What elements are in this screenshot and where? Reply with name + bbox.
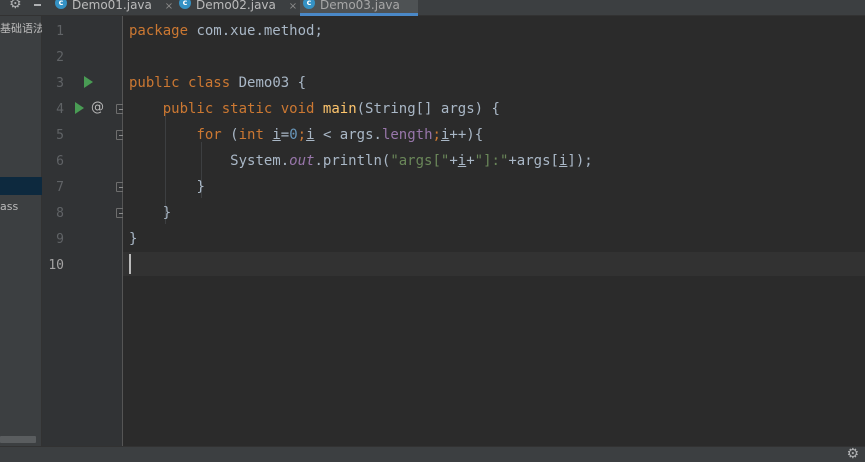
keyword: void <box>280 101 315 117</box>
line-number: 8 <box>56 206 64 221</box>
close-icon[interactable]: × <box>165 2 173 12</box>
field-name: length <box>381 127 433 143</box>
static-field: out <box>289 153 315 169</box>
code-line-1: package com.xue.method; <box>129 23 323 39</box>
editor-gutter: 1 2 3 4 5 6 7 8 9 10 @ <box>42 16 126 446</box>
bottom-toolbar: ⚙ <box>0 446 865 462</box>
editor-tab-bar: ⚙ c Demo01.java × c Demo02.java × c Demo… <box>0 0 865 16</box>
code-line-5: for (int i=0;i < args.length;i++){ <box>129 127 483 143</box>
line-number: 3 <box>56 76 64 91</box>
tab-label: Demo02.java <box>196 0 276 12</box>
line-number: 9 <box>56 232 64 247</box>
code-line-6: System.out.println("args["+i+"]:"+args[i… <box>129 153 593 169</box>
variable: i <box>272 127 281 143</box>
code-line-3: public class Demo03 { <box>129 75 306 91</box>
keyword: public <box>162 101 214 117</box>
project-panel: 基础语法 ass <box>0 16 44 454</box>
gear-icon[interactable]: ⚙ <box>846 447 859 461</box>
code-text: + <box>449 153 458 169</box>
minimize-icon[interactable] <box>34 4 41 6</box>
tab-demo02[interactable]: c Demo02.java × <box>176 0 297 16</box>
code-text: < args. <box>314 127 382 143</box>
override-icon[interactable]: @ <box>91 101 104 115</box>
code-text: +args[ <box>508 153 559 169</box>
variable: i <box>306 127 315 143</box>
number-literal: 0 <box>289 127 298 143</box>
code-line-9: } <box>129 231 137 247</box>
horizontal-scrollbar[interactable] <box>0 436 36 443</box>
project-tree-item[interactable]: ass <box>0 200 18 213</box>
keyword: class <box>188 75 231 91</box>
code-text: ]); <box>567 153 593 169</box>
tab-demo01[interactable]: c Demo01.java × <box>52 0 173 16</box>
project-tree-selected-row[interactable] <box>0 177 42 195</box>
code-text: ; <box>432 127 441 143</box>
java-class-icon: c <box>303 0 315 9</box>
tab-demo03[interactable]: c Demo03.java <box>300 0 418 16</box>
line-number-current: 10 <box>48 258 64 273</box>
code-text: com.xue.method; <box>188 23 323 39</box>
code-text: ; <box>297 127 307 143</box>
code-line-4: public static void main(String[] args) { <box>129 101 500 117</box>
keyword: package <box>129 23 189 39</box>
run-icon[interactable] <box>75 102 84 114</box>
close-icon[interactable]: × <box>289 2 297 12</box>
code-text: } <box>162 205 172 221</box>
keyword: static <box>221 101 273 117</box>
current-line-highlight <box>123 252 865 276</box>
run-icon[interactable] <box>84 76 93 88</box>
code-text: } <box>129 231 138 247</box>
code-text: (String[] args) { <box>356 101 500 117</box>
code-text: .println( <box>314 153 391 169</box>
code-text: Demo03 { <box>230 75 307 91</box>
code-line-7: } <box>129 179 205 195</box>
line-number: 6 <box>56 154 64 169</box>
variable: i <box>457 153 467 169</box>
code-text: ++){ <box>449 127 484 143</box>
code-line-8: } <box>129 205 171 221</box>
method-name: main <box>322 101 357 117</box>
string-literal: "args[" <box>390 153 450 169</box>
keyword: int <box>238 127 264 143</box>
string-literal: "]:" <box>474 153 509 169</box>
project-tree-item[interactable]: 基础语法 <box>0 20 44 36</box>
java-class-icon: c <box>179 0 191 9</box>
line-number: 4 <box>56 102 64 117</box>
line-number: 5 <box>56 128 64 143</box>
line-number: 1 <box>56 24 64 39</box>
line-number: 2 <box>56 50 64 65</box>
tab-label: Demo03.java <box>320 0 400 12</box>
gear-icon[interactable]: ⚙ <box>9 0 22 11</box>
code-text: = <box>280 127 290 143</box>
code-text: ( <box>221 127 239 143</box>
code-text: + <box>466 153 475 169</box>
java-class-icon: c <box>55 0 67 9</box>
tab-label: Demo01.java <box>72 0 152 12</box>
code-editor[interactable]: package com.xue.method; public class Dem… <box>123 16 865 446</box>
keyword: for <box>196 127 222 143</box>
text-caret <box>129 254 131 274</box>
keyword: public <box>129 75 180 91</box>
line-number: 7 <box>56 180 64 195</box>
code-text: System. <box>230 153 290 169</box>
code-text: } <box>196 179 205 195</box>
